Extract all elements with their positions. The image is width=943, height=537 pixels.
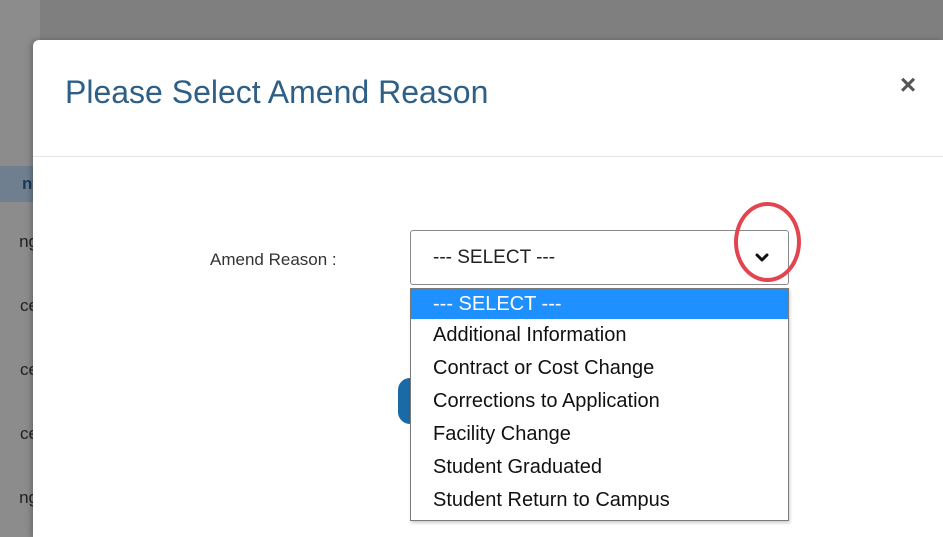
amend-reason-dropdown-list: --- SELECT --- Additional Information Co… bbox=[410, 288, 789, 521]
modal-title: Please Select Amend Reason bbox=[65, 74, 489, 110]
dropdown-option-select[interactable]: --- SELECT --- bbox=[411, 289, 788, 319]
dropdown-option-student-return-to-campus[interactable]: Student Return to Campus bbox=[411, 484, 788, 516]
amend-reason-label: Amend Reason : bbox=[210, 250, 337, 269]
dropdown-option-facility-change[interactable]: Facility Change bbox=[411, 418, 788, 450]
modal-header: Please Select Amend Reason × bbox=[33, 40, 943, 157]
amend-reason-modal: Please Select Amend Reason × Amend Reaso… bbox=[33, 40, 943, 537]
chevron-down-icon[interactable] bbox=[755, 253, 769, 263]
dropdown-option-corrections-to-application[interactable]: Corrections to Application bbox=[411, 385, 788, 417]
close-button[interactable]: × bbox=[896, 71, 920, 99]
select-current-value: --- SELECT --- bbox=[433, 247, 556, 268]
dropdown-option-student-graduated[interactable]: Student Graduated bbox=[411, 451, 788, 483]
dropdown-option-contract-or-cost-change[interactable]: Contract or Cost Change bbox=[411, 352, 788, 384]
dropdown-option-additional-information[interactable]: Additional Information bbox=[411, 319, 788, 351]
amend-reason-select[interactable]: --- SELECT --- bbox=[410, 230, 789, 285]
